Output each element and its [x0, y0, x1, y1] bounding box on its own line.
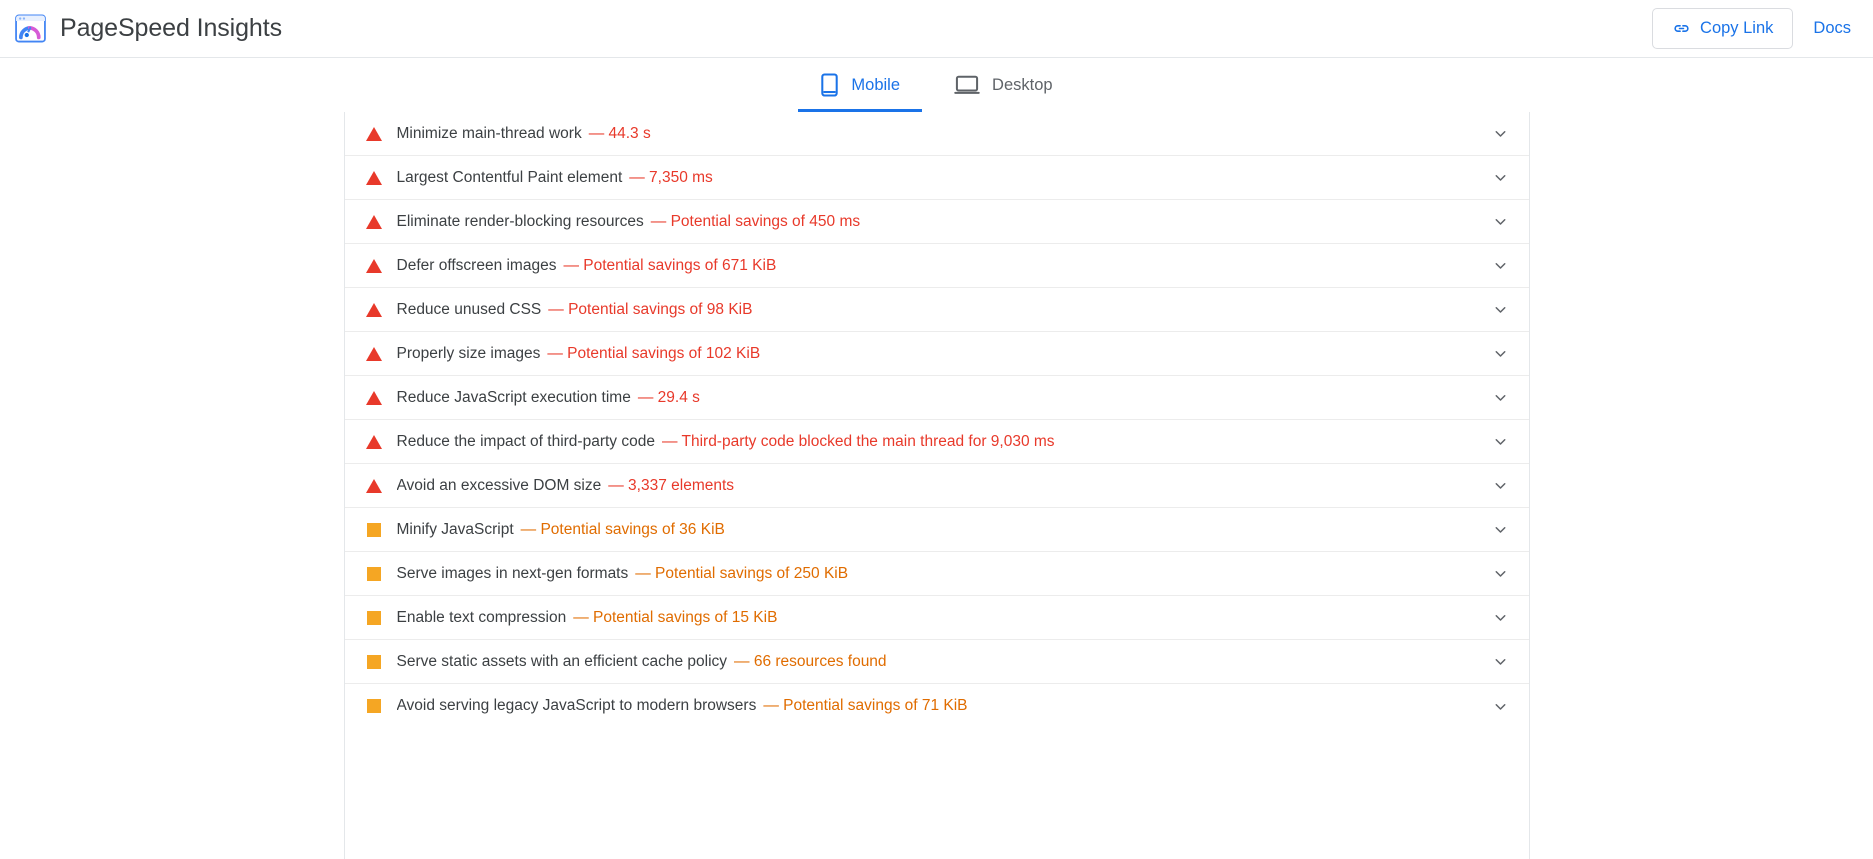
- audit-row[interactable]: Minimize main-thread work — 44.3 s: [344, 112, 1529, 156]
- audit-row[interactable]: Serve static assets with an efficient ca…: [344, 640, 1529, 684]
- audit-metric: — 44.3 s: [588, 124, 651, 142]
- chevron-down-icon[interactable]: [1492, 653, 1509, 670]
- audit-row[interactable]: Reduce the impact of third-party code — T…: [344, 420, 1529, 464]
- chevron-down-icon[interactable]: [1492, 698, 1509, 715]
- form-factor-tabs: Mobile Desktop: [0, 58, 1873, 112]
- audit-metric: — 7,350 ms: [629, 168, 713, 186]
- chevron-down-icon[interactable]: [1492, 565, 1509, 582]
- audit-row[interactable]: Enable text compression — Potential savin…: [344, 596, 1529, 640]
- red-triangle-icon: [365, 434, 382, 449]
- chevron-down-icon[interactable]: [1492, 389, 1509, 406]
- audit-title: Avoid serving legacy JavaScript to moder…: [396, 697, 757, 714]
- tab-mobile-label: Mobile: [851, 75, 901, 94]
- audit-metric: — Potential savings of 71 KiB: [763, 697, 968, 714]
- audit-metric: — Potential savings of 36 KiB: [520, 520, 725, 538]
- chevron-down-icon[interactable]: [1492, 213, 1509, 230]
- audit-metric: — Potential savings of 98 KiB: [548, 300, 753, 318]
- chevron-down-icon[interactable]: [1492, 433, 1509, 450]
- brand: PageSpeed Insights: [0, 12, 282, 45]
- orange-square-icon: [366, 566, 382, 581]
- audit-row[interactable]: Minify JavaScript — Potential savings of …: [344, 508, 1529, 552]
- audit-metric: — Potential savings of 450 ms: [650, 212, 861, 230]
- red-triangle-icon: [365, 478, 382, 493]
- audit-row[interactable]: Eliminate render-blocking resources — Pot…: [344, 200, 1529, 244]
- pagespeed-insights-logo-icon: [14, 12, 47, 45]
- app-title: PageSpeed Insights: [60, 14, 282, 42]
- audit-title: Properly size images: [396, 344, 541, 362]
- audit-title: Eliminate render-blocking resources: [396, 212, 644, 230]
- tab-desktop[interactable]: Desktop: [932, 58, 1075, 112]
- chevron-down-icon[interactable]: [1492, 169, 1509, 186]
- audit-panel-wrapper: Minimize main-thread work — 44.3 s Largest…: [0, 112, 1873, 859]
- desktop-monitor-icon: [954, 74, 980, 96]
- chevron-down-icon[interactable]: [1492, 301, 1509, 318]
- audit-row[interactable]: Reduce JavaScript execution time — 29.4 s: [344, 376, 1529, 420]
- audit-title: Serve images in next-gen formats: [396, 564, 629, 582]
- audit-row[interactable]: Largest Contentful Paint element — 7,350 …: [344, 156, 1529, 200]
- audit-row[interactable]: Reduce unused CSS — Potential savings of …: [344, 288, 1529, 332]
- link-icon: [1672, 19, 1691, 38]
- orange-square-icon: [366, 522, 382, 537]
- app-header: PageSpeed Insights Copy Link Docs: [0, 0, 1873, 58]
- audit-metric: — Potential savings of 102 KiB: [547, 344, 761, 362]
- chevron-down-icon[interactable]: [1492, 345, 1509, 362]
- mobile-phone-icon: [820, 73, 839, 97]
- red-triangle-icon: [365, 214, 382, 229]
- audit-row[interactable]: Properly size images — Potential savings …: [344, 332, 1529, 376]
- audit-title: Largest Contentful Paint element: [396, 168, 623, 186]
- copy-link-button[interactable]: Copy Link: [1652, 8, 1794, 49]
- audit-title: Enable text compression: [396, 608, 567, 626]
- chevron-down-icon[interactable]: [1492, 609, 1509, 626]
- orange-square-icon: [366, 654, 382, 669]
- red-triangle-icon: [365, 302, 382, 317]
- audit-title: Defer offscreen images: [396, 256, 557, 274]
- chevron-down-icon[interactable]: [1492, 521, 1509, 538]
- red-triangle-icon: [365, 170, 382, 185]
- audit-metric: — 29.4 s: [637, 388, 700, 406]
- red-triangle-icon: [365, 258, 382, 273]
- audit-metric: — Potential savings of 250 KiB: [635, 564, 849, 582]
- audit-title: Avoid an excessive DOM size: [396, 476, 602, 494]
- docs-link[interactable]: Docs: [1803, 19, 1861, 38]
- tab-mobile[interactable]: Mobile: [798, 58, 922, 112]
- orange-square-icon: [366, 699, 382, 713]
- audit-title: Minimize main-thread work: [396, 124, 582, 142]
- red-triangle-icon: [365, 126, 382, 141]
- orange-square-icon: [366, 610, 382, 625]
- audit-title: Minify JavaScript: [396, 520, 514, 538]
- audit-metric: — Potential savings of 671 KiB: [563, 256, 777, 274]
- audit-title: Reduce unused CSS: [396, 300, 542, 318]
- audit-metric: — 3,337 elements: [608, 476, 735, 494]
- audit-row[interactable]: Serve images in next-gen formats — Potent…: [344, 552, 1529, 596]
- header-actions: Copy Link Docs: [1652, 8, 1873, 49]
- chevron-down-icon[interactable]: [1492, 257, 1509, 274]
- chevron-down-icon[interactable]: [1492, 477, 1509, 494]
- chevron-down-icon[interactable]: [1492, 125, 1509, 142]
- red-triangle-icon: [365, 346, 382, 361]
- audit-title: Reduce the impact of third-party code: [396, 432, 655, 450]
- audit-metric: — 66 resources found: [734, 652, 887, 670]
- audit-row[interactable]: Avoid serving legacy JavaScript to moder…: [345, 684, 1529, 728]
- tab-desktop-label: Desktop: [992, 75, 1053, 94]
- audit-row[interactable]: Avoid an excessive DOM size — 3,337 eleme…: [344, 464, 1529, 508]
- audit-metric: — Third-party code blocked the main thre…: [661, 432, 1055, 450]
- audit-list: Minimize main-thread work — 44.3 s Largest…: [343, 112, 1530, 859]
- audit-title: Reduce JavaScript execution time: [396, 388, 631, 406]
- copy-link-label: Copy Link: [1700, 19, 1774, 37]
- audit-metric: — Potential savings of 15 KiB: [573, 608, 778, 626]
- audit-row[interactable]: Defer offscreen images — Potential saving…: [344, 244, 1529, 288]
- red-triangle-icon: [365, 390, 382, 405]
- audit-title: Serve static assets with an efficient ca…: [396, 652, 728, 670]
